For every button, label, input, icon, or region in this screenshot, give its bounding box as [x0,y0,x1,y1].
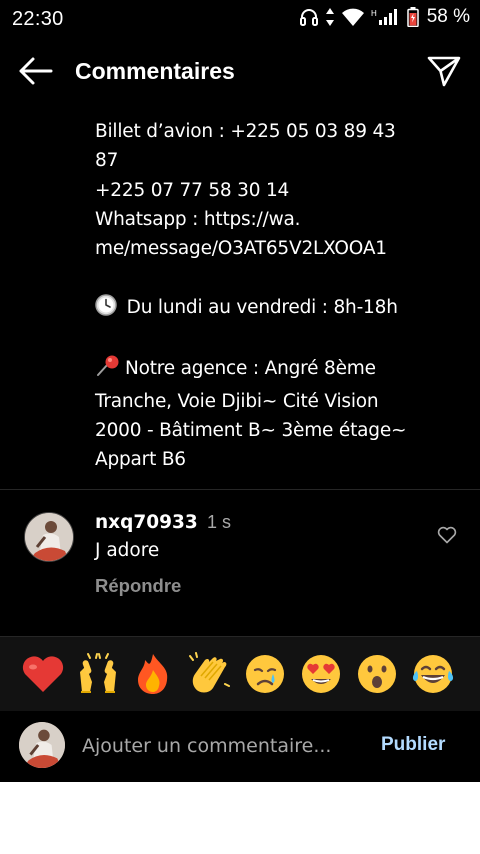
caption-hours-line: Du lundi au vendredi : 8h-18h [95,293,465,325]
caption-line: Billet d’avion : +225 05 03 89 43 [95,121,396,142]
wifi-icon [341,7,365,27]
fire-icon[interactable] [130,651,176,697]
raising-hands-icon[interactable] [75,651,121,697]
avatar[interactable] [24,512,74,562]
astonished-face-icon[interactable] [354,651,400,697]
caption-line: +225 07 77 58 30 14 [95,179,290,201]
caption-line: Du lundi au vendredi : 8h-18h [121,296,398,318]
caption-line: Notre agence : Angré 8ème [125,358,376,380]
status-icons: H 58 % [299,6,470,28]
post-caption: Billet d’avion : +225 05 03 89 43 87 +22… [95,117,465,475]
heart-eyes-face-icon[interactable] [298,651,344,697]
comment-timestamp: 1 s [207,512,232,532]
caption-line: Appart B6 [95,449,186,471]
avatar[interactable] [19,722,65,768]
header: Commentaires [0,44,480,100]
arrow-left-icon[interactable] [17,56,53,86]
crying-face-icon[interactable] [242,651,288,697]
signal-icon: H [371,7,401,27]
emoji-reaction-bar [0,636,480,712]
post-button[interactable]: Publier [381,734,445,756]
caption-address-line: Notre agence : Angré 8ème [95,354,465,386]
red-heart-icon[interactable] [20,651,66,697]
divider [0,489,480,490]
comment-input-bar: Publier [0,711,480,782]
status-bar: 22:30 H 58 % [0,0,480,38]
network-type-label: H [371,9,377,18]
comment-username[interactable]: nxq70933 [95,512,198,533]
clock-icon [95,294,117,325]
battery-icon [406,7,419,27]
status-time: 22:30 [12,8,64,30]
page-title: Commentaires [75,58,235,84]
battery-percent: 58 % [426,6,470,27]
round-pushpin-icon [95,355,121,386]
caption-line: Whatsapp : https://wa. [95,208,301,230]
data-arrows-icon [325,7,335,27]
comment-input[interactable] [82,733,352,759]
comment-text: J adore [95,540,160,561]
tears-of-joy-face-icon[interactable] [410,651,456,697]
comment-item: nxq70933 1 s J adore Répondre [0,498,480,618]
clapping-hands-icon[interactable] [186,651,232,697]
headphones-icon [299,7,319,27]
comments-screen: 22:30 H 58 % Commentaires Billet d’avion… [0,0,480,782]
caption-line: 87 [95,150,119,172]
caption-line: Tranche, Voie Djibi~ Cité Vision [95,390,379,412]
caption-line: me/message/O3AT65V2LXOOA1 [95,238,387,260]
send-icon[interactable] [426,54,462,88]
reply-button[interactable]: Répondre [95,575,181,597]
caption-line: 2000 - Bâtiment B~ 3ème étage~ [95,419,407,441]
like-heart-icon[interactable] [437,526,457,544]
